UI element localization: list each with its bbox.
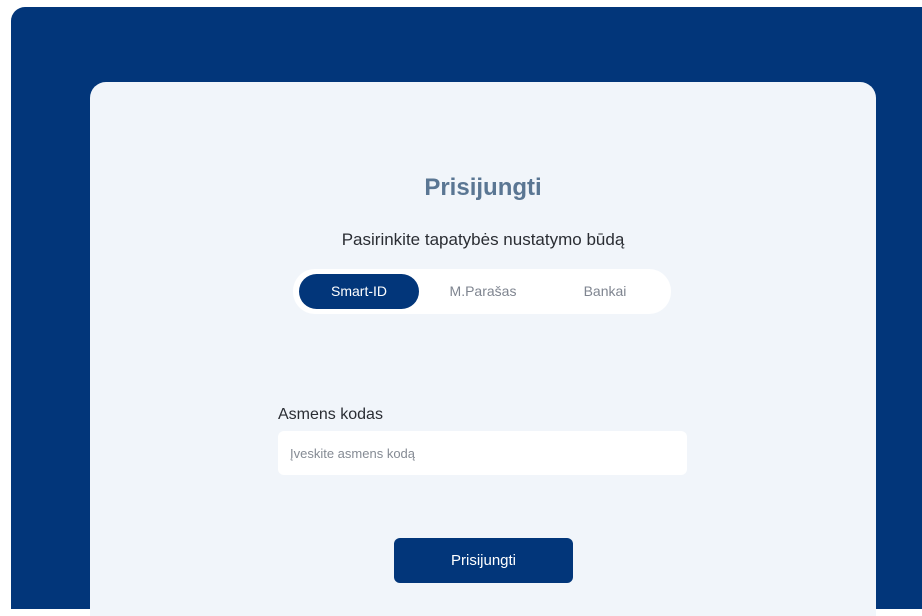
page-background-frame: Prisijungti Pasirinkite tapatybės nustat… [11,7,922,616]
personal-code-input[interactable] [278,431,687,475]
login-button[interactable]: Prisijungti [394,538,573,583]
personal-code-label: Asmens kodas [278,406,383,423]
login-card: Prisijungti Pasirinkite tapatybės nustat… [90,82,876,616]
auth-method-tabs: Smart-ID M.Parašas Bankai [293,269,671,314]
login-subtitle: Pasirinkite tapatybės nustatymo būdą [341,230,625,249]
tab-m-parasas[interactable]: M.Parašas [423,274,543,309]
tab-bankai[interactable]: Bankai [545,274,665,309]
login-title: Prisijungti [424,174,542,201]
tab-smart-id[interactable]: Smart-ID [299,274,419,309]
